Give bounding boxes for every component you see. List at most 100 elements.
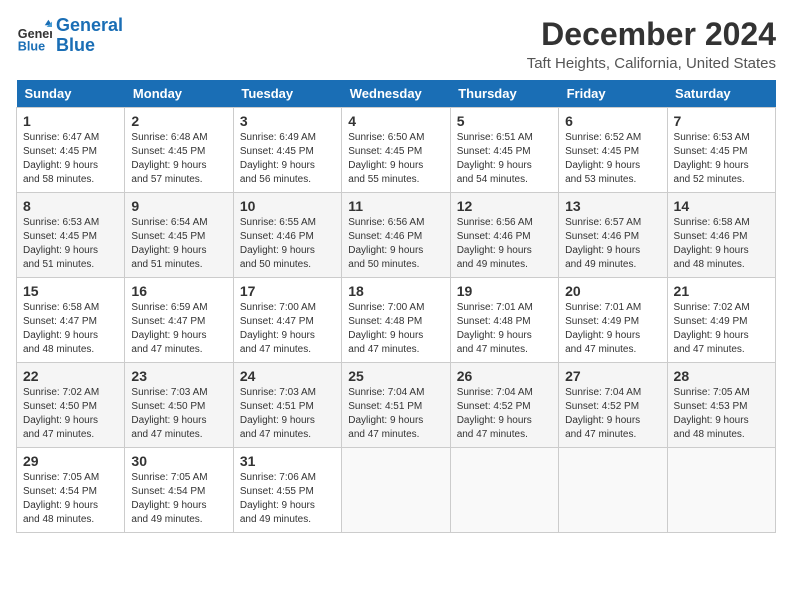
calendar-cell: 3Sunrise: 6:49 AM Sunset: 4:45 PM Daylig… (233, 108, 341, 193)
logo-line1: General (56, 15, 123, 35)
calendar-cell: 16 Sunrise: 6:59 AM Sunset: 4:47 PM Dayli… (125, 278, 233, 363)
day-info: Sunrise: 7:03 AM Sunset: 4:51 PM Dayligh… (240, 386, 335, 442)
day-number: 27 (565, 368, 660, 384)
day-info: Sunrise: 6:57 AM Sunset: 4:46 PM Dayligh… (565, 216, 660, 272)
day-number: 23 (131, 368, 226, 384)
day-number: 20 (565, 283, 660, 299)
calendar-week-row: 29 Sunrise: 7:05 AM Sunset: 4:54 PM Dayli… (17, 448, 776, 533)
day-number: 24 (240, 368, 335, 384)
calendar-cell: 4Sunrise: 6:50 AM Sunset: 4:45 PM Daylig… (342, 108, 450, 193)
logo-line2: Blue (56, 35, 95, 55)
calendar-cell: 26Sunrise: 7:04 AM Sunset: 4:52 PM Dayli… (450, 363, 558, 448)
calendar-cell: 8Sunrise: 6:53 AM Sunset: 4:45 PM Daylig… (17, 193, 125, 278)
day-info: Sunrise: 6:56 AM Sunset: 4:46 PM Dayligh… (457, 216, 552, 272)
logo-text: General Blue (56, 16, 123, 56)
weekday-header-monday: Monday (125, 80, 233, 108)
calendar-cell: 28Sunrise: 7:05 AM Sunset: 4:53 PM Dayli… (667, 363, 775, 448)
day-info: Sunrise: 6:56 AM Sunset: 4:46 PM Dayligh… (348, 216, 443, 272)
calendar-cell: 19Sunrise: 7:01 AM Sunset: 4:48 PM Dayli… (450, 278, 558, 363)
location-title: Taft Heights, California, United States (527, 55, 776, 72)
weekday-header-saturday: Saturday (667, 80, 775, 108)
day-number: 1 (23, 113, 118, 129)
calendar-cell: 20 Sunrise: 7:01 AM Sunset: 4:49 PM Dayli… (559, 278, 667, 363)
calendar-cell: 1 Sunrise: 6:47 AM Sunset: 4:45 PM Daylig… (17, 108, 125, 193)
weekday-header-row: SundayMondayTuesdayWednesdayThursdayFrid… (17, 80, 776, 108)
calendar-cell: 9 Sunrise: 6:54 AM Sunset: 4:45 PM Daylig… (125, 193, 233, 278)
calendar-week-row: 8Sunrise: 6:53 AM Sunset: 4:45 PM Daylig… (17, 193, 776, 278)
day-info: Sunrise: 6:48 AM Sunset: 4:45 PM Dayligh… (131, 131, 226, 187)
calendar-cell (667, 448, 775, 533)
calendar-cell: 24 Sunrise: 7:03 AM Sunset: 4:51 PM Dayli… (233, 363, 341, 448)
calendar-cell: 17Sunrise: 7:00 AM Sunset: 4:47 PM Dayli… (233, 278, 341, 363)
calendar-cell: 27Sunrise: 7:04 AM Sunset: 4:52 PM Dayli… (559, 363, 667, 448)
svg-text:Blue: Blue (18, 39, 45, 53)
calendar-cell: 22Sunrise: 7:02 AM Sunset: 4:50 PM Dayli… (17, 363, 125, 448)
calendar-cell: 10 Sunrise: 6:55 AM Sunset: 4:46 PM Dayli… (233, 193, 341, 278)
day-info: Sunrise: 6:58 AM Sunset: 4:46 PM Dayligh… (674, 216, 769, 272)
day-number: 10 (240, 198, 335, 214)
day-info: Sunrise: 6:54 AM Sunset: 4:45 PM Dayligh… (131, 216, 226, 272)
day-info: Sunrise: 6:53 AM Sunset: 4:45 PM Dayligh… (23, 216, 118, 272)
day-number: 26 (457, 368, 552, 384)
day-number: 14 (674, 198, 769, 214)
day-info: Sunrise: 7:06 AM Sunset: 4:55 PM Dayligh… (240, 471, 335, 527)
day-number: 21 (674, 283, 769, 299)
day-number: 5 (457, 113, 552, 129)
day-number: 16 (131, 283, 226, 299)
logo: General Blue General Blue (16, 16, 123, 56)
calendar-cell: 12 Sunrise: 6:56 AM Sunset: 4:46 PM Dayli… (450, 193, 558, 278)
calendar-cell: 11 Sunrise: 6:56 AM Sunset: 4:46 PM Dayli… (342, 193, 450, 278)
calendar-cell: 2Sunrise: 6:48 AM Sunset: 4:45 PM Daylig… (125, 108, 233, 193)
day-info: Sunrise: 6:55 AM Sunset: 4:46 PM Dayligh… (240, 216, 335, 272)
calendar-cell: 5 Sunrise: 6:51 AM Sunset: 4:45 PM Daylig… (450, 108, 558, 193)
calendar-week-row: 22Sunrise: 7:02 AM Sunset: 4:50 PM Dayli… (17, 363, 776, 448)
calendar-cell: 18Sunrise: 7:00 AM Sunset: 4:48 PM Dayli… (342, 278, 450, 363)
day-info: Sunrise: 6:47 AM Sunset: 4:45 PM Dayligh… (23, 131, 118, 187)
day-info: Sunrise: 7:04 AM Sunset: 4:51 PM Dayligh… (348, 386, 443, 442)
calendar-cell: 7 Sunrise: 6:53 AM Sunset: 4:45 PM Daylig… (667, 108, 775, 193)
calendar-cell: 31 Sunrise: 7:06 AM Sunset: 4:55 PM Dayli… (233, 448, 341, 533)
day-info: Sunrise: 7:02 AM Sunset: 4:50 PM Dayligh… (23, 386, 118, 442)
day-number: 7 (674, 113, 769, 129)
calendar-cell: 25 Sunrise: 7:04 AM Sunset: 4:51 PM Dayli… (342, 363, 450, 448)
calendar-cell: 6Sunrise: 6:52 AM Sunset: 4:45 PM Daylig… (559, 108, 667, 193)
calendar-week-row: 15 Sunrise: 6:58 AM Sunset: 4:47 PM Dayli… (17, 278, 776, 363)
day-info: Sunrise: 7:03 AM Sunset: 4:50 PM Dayligh… (131, 386, 226, 442)
calendar-cell (450, 448, 558, 533)
page-header: General Blue General Blue December 2024 … (16, 16, 776, 72)
day-number: 17 (240, 283, 335, 299)
day-info: Sunrise: 7:05 AM Sunset: 4:54 PM Dayligh… (23, 471, 118, 527)
day-info: Sunrise: 6:58 AM Sunset: 4:47 PM Dayligh… (23, 301, 118, 357)
day-info: Sunrise: 6:53 AM Sunset: 4:45 PM Dayligh… (674, 131, 769, 187)
month-title: December 2024 (527, 16, 776, 53)
day-number: 12 (457, 198, 552, 214)
day-number: 4 (348, 113, 443, 129)
day-info: Sunrise: 6:59 AM Sunset: 4:47 PM Dayligh… (131, 301, 226, 357)
day-info: Sunrise: 7:05 AM Sunset: 4:54 PM Dayligh… (131, 471, 226, 527)
weekday-header-sunday: Sunday (17, 80, 125, 108)
calendar-cell: 14 Sunrise: 6:58 AM Sunset: 4:46 PM Dayli… (667, 193, 775, 278)
day-info: Sunrise: 7:01 AM Sunset: 4:48 PM Dayligh… (457, 301, 552, 357)
day-info: Sunrise: 7:02 AM Sunset: 4:49 PM Dayligh… (674, 301, 769, 357)
day-number: 9 (131, 198, 226, 214)
day-number: 15 (23, 283, 118, 299)
calendar-cell: 13 Sunrise: 6:57 AM Sunset: 4:46 PM Dayli… (559, 193, 667, 278)
day-info: Sunrise: 7:01 AM Sunset: 4:49 PM Dayligh… (565, 301, 660, 357)
day-number: 13 (565, 198, 660, 214)
day-info: Sunrise: 6:51 AM Sunset: 4:45 PM Dayligh… (457, 131, 552, 187)
day-number: 11 (348, 198, 443, 214)
calendar-cell (559, 448, 667, 533)
day-number: 25 (348, 368, 443, 384)
calendar-cell: 23 Sunrise: 7:03 AM Sunset: 4:50 PM Dayli… (125, 363, 233, 448)
calendar-cell: 29 Sunrise: 7:05 AM Sunset: 4:54 PM Dayli… (17, 448, 125, 533)
calendar-table: SundayMondayTuesdayWednesdayThursdayFrid… (16, 80, 776, 533)
day-info: Sunrise: 6:49 AM Sunset: 4:45 PM Dayligh… (240, 131, 335, 187)
weekday-header-wednesday: Wednesday (342, 80, 450, 108)
weekday-header-friday: Friday (559, 80, 667, 108)
title-area: December 2024 Taft Heights, California, … (527, 16, 776, 72)
day-number: 29 (23, 453, 118, 469)
day-number: 31 (240, 453, 335, 469)
calendar-week-row: 1 Sunrise: 6:47 AM Sunset: 4:45 PM Daylig… (17, 108, 776, 193)
calendar-cell: 15 Sunrise: 6:58 AM Sunset: 4:47 PM Dayli… (17, 278, 125, 363)
day-info: Sunrise: 7:00 AM Sunset: 4:48 PM Dayligh… (348, 301, 443, 357)
